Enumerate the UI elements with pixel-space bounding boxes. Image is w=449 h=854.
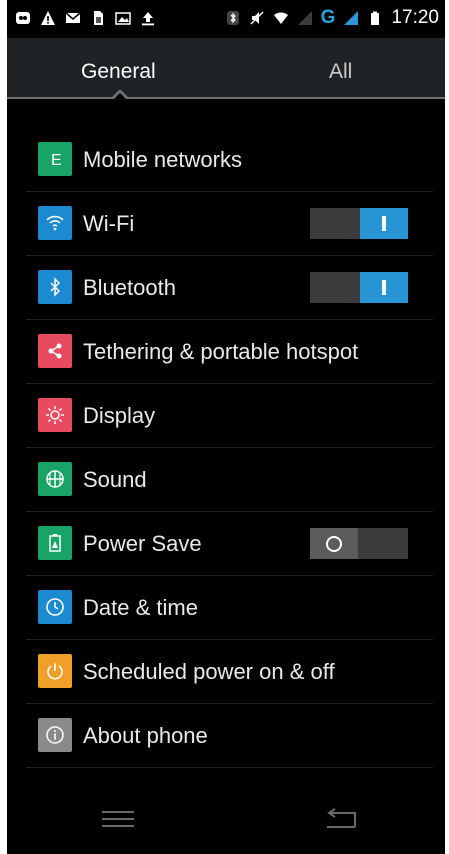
power-save-toggle[interactable] [310,528,408,559]
setting-about-phone[interactable]: About phone [26,704,433,768]
toggle-knob [360,208,408,239]
tab-bar: General All [7,38,445,99]
wifi-icon [38,206,72,240]
setting-label: Sound [83,467,147,492]
signal-strength-icon [344,11,359,25]
signal-icon [297,11,312,25]
system-status-icons: G 17:20 [225,8,439,28]
mobile-network-icon: E [38,142,72,176]
setting-scheduled-power[interactable]: Scheduled power on & off [26,640,433,704]
warning-icon [41,11,55,25]
setting-sound[interactable]: Sound [26,448,433,512]
tab-general[interactable]: General [81,60,156,84]
back-icon [327,808,356,828]
info-icon [38,718,72,752]
settings-list: E Mobile networks Wi-Fi Bluetooth Tether… [26,128,433,768]
menu-button[interactable] [98,805,138,833]
setting-label: Date & time [83,595,198,620]
setting-label: Tethering & portable hotspot [83,339,359,364]
image-icon [115,12,131,25]
setting-label: About phone [83,723,208,748]
setting-label: Mobile networks [83,147,242,172]
phone-screen: G 17:20 General All E Mobile networks Wi… [7,0,445,854]
toggle-knob [310,528,358,559]
battery-save-icon [38,526,72,560]
bluetooth-toggle[interactable] [310,272,408,303]
wifi-icon [273,12,288,24]
tab-divider [7,97,445,99]
bluetooth-icon [226,11,239,25]
setting-tethering[interactable]: Tethering & portable hotspot [26,320,433,384]
menu-icon [102,811,134,827]
wifi-toggle[interactable] [310,208,408,239]
bluetooth-icon [38,270,72,304]
setting-label: Display [83,403,156,428]
bbm-icon [16,12,30,24]
tab-all[interactable]: All [329,60,352,84]
setting-label: Wi-Fi [83,211,135,236]
setting-display[interactable]: Display [26,384,433,448]
toggle-knob [360,272,408,303]
setting-label: Bluetooth [83,275,176,300]
back-button[interactable] [320,805,360,833]
setting-wifi[interactable]: Wi-Fi [26,192,433,256]
clock-icon [38,590,72,624]
status-bar: G 17:20 [7,0,445,38]
setting-label: Scheduled power on & off [83,659,335,684]
power-icon [38,654,72,688]
mute-icon [250,11,264,25]
setting-mobile-networks[interactable]: E Mobile networks [26,128,433,192]
sim-icon [94,11,103,25]
setting-bluetooth[interactable]: Bluetooth [26,256,433,320]
battery-icon [371,11,380,25]
setting-label: Power Save [83,531,202,556]
svg-text:E: E [51,152,62,169]
gmail-icon [65,12,81,23]
clock: 17:20 [391,7,439,28]
notification-icons [15,10,156,26]
upload-icon [142,12,154,26]
navigation-bar [7,785,445,854]
share-icon [38,334,72,368]
setting-power-save[interactable]: Power Save [26,512,433,576]
sound-icon [38,462,72,496]
setting-date-time[interactable]: Date & time [26,576,433,640]
network-type-label: G [320,7,336,28]
brightness-icon [38,398,72,432]
